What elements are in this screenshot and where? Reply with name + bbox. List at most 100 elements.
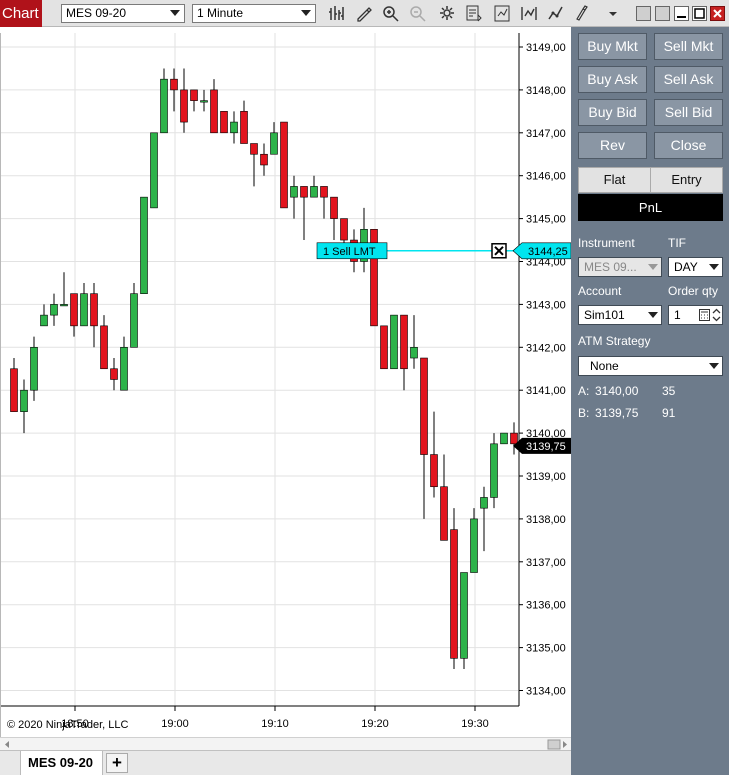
candle-body bbox=[430, 454, 438, 488]
time-axis-label: 19:00 bbox=[161, 718, 189, 730]
close-icon bbox=[713, 9, 722, 18]
price-axis-label: 3145,00 bbox=[526, 214, 566, 226]
sell-bid-button[interactable]: Sell Bid bbox=[654, 99, 723, 126]
bar-type-icon[interactable] bbox=[327, 4, 347, 23]
instrument-label: Instrument bbox=[578, 236, 635, 250]
sell-market-button[interactable]: Sell Mkt bbox=[654, 33, 723, 60]
zoom-in-icon[interactable] bbox=[381, 4, 401, 23]
candle-body bbox=[160, 78, 168, 134]
time-axis-label: 19:30 bbox=[461, 718, 489, 730]
interval-selector[interactable]: 1 Minute bbox=[192, 4, 316, 23]
candle-body bbox=[300, 186, 308, 198]
atm-strategy-select[interactable]: None bbox=[578, 356, 723, 376]
copyright-text: © 2020 NinjaTrader, LLC bbox=[7, 719, 129, 731]
stepper-icon[interactable] bbox=[712, 308, 721, 322]
candle-body bbox=[140, 196, 148, 294]
close-window-button[interactable] bbox=[710, 6, 725, 21]
buy-bid-button[interactable]: Buy Bid bbox=[578, 99, 647, 126]
candle-body bbox=[240, 111, 248, 144]
candle-body bbox=[400, 314, 408, 370]
candle-body bbox=[330, 196, 338, 219]
zoom-out-icon[interactable] bbox=[408, 4, 428, 23]
candle-body bbox=[150, 132, 158, 209]
buy-market-button[interactable]: Buy Mkt bbox=[578, 33, 647, 60]
instrument-select: MES 09... bbox=[578, 257, 662, 277]
order-price-label: 3144,25 bbox=[528, 246, 568, 258]
calculator-icon[interactable] bbox=[699, 309, 710, 321]
order-qty-value: 1 bbox=[674, 308, 681, 322]
price-chart[interactable]: 3149,00 3148,00 3147,00 3146,00 3145,00 3144,… bbox=[1, 33, 572, 737]
atm-strategy-value: None bbox=[590, 359, 619, 373]
settings-icon[interactable] bbox=[437, 4, 457, 23]
price-axis-label: 3136,00 bbox=[526, 600, 566, 612]
bid-label: B: bbox=[578, 406, 590, 420]
atm-strategy-label: ATM Strategy bbox=[578, 334, 651, 348]
scroll-thumb[interactable] bbox=[547, 739, 561, 750]
order-label[interactable]: 1 Sell LMT bbox=[323, 246, 376, 258]
candle-body bbox=[440, 486, 448, 541]
scroll-left-icon[interactable] bbox=[5, 741, 9, 748]
chart-panel[interactable]: 3149,00 3148,00 3147,00 3146,00 3145,00 3144,… bbox=[0, 33, 572, 750]
chevron-down-icon bbox=[648, 312, 658, 318]
chart-trader-panel: Buy Mkt Sell Mkt Buy Ask Sell Ask Buy Bi… bbox=[571, 27, 729, 775]
tif-select[interactable]: DAY bbox=[668, 257, 723, 277]
candle-body bbox=[70, 293, 78, 327]
candle-body bbox=[110, 368, 118, 380]
candle-body bbox=[230, 121, 238, 134]
candle-body bbox=[450, 529, 458, 659]
candle-body bbox=[260, 153, 268, 166]
minimize-button[interactable] bbox=[674, 6, 689, 21]
tif-label: TIF bbox=[668, 236, 686, 250]
candle-body bbox=[420, 357, 428, 455]
candle-body bbox=[20, 389, 28, 412]
chevron-down-icon bbox=[709, 363, 719, 369]
price-axis-label: 3142,00 bbox=[526, 342, 566, 354]
chevron-down-icon bbox=[648, 264, 658, 270]
candle-body bbox=[470, 518, 478, 573]
account-label: Account bbox=[578, 284, 622, 298]
horizontal-scrollbar[interactable] bbox=[0, 737, 571, 750]
tab-instrument[interactable]: MES 09-20 bbox=[20, 751, 103, 775]
flat-indicator: Flat bbox=[578, 167, 651, 193]
candle-body bbox=[220, 111, 228, 134]
ask-price: 3140,00 bbox=[595, 384, 639, 398]
candle-body bbox=[80, 293, 88, 327]
price-axis-label: 3141,00 bbox=[526, 385, 566, 397]
reverse-button[interactable]: Rev bbox=[578, 132, 647, 159]
attach-instrument-icon[interactable] bbox=[572, 4, 592, 23]
drawing-tool-icon[interactable] bbox=[354, 4, 374, 23]
sell-ask-button[interactable]: Sell Ask bbox=[654, 66, 723, 93]
account-select[interactable]: Sim101 bbox=[578, 305, 662, 325]
scroll-right-icon[interactable] bbox=[563, 741, 567, 748]
entry-indicator: Entry bbox=[650, 167, 723, 193]
close-position-button[interactable]: Close bbox=[654, 132, 723, 159]
instrument-select-value: MES 09... bbox=[584, 260, 637, 274]
maximize-icon bbox=[694, 8, 705, 19]
strategies-icon[interactable] bbox=[546, 4, 566, 23]
chart-tab[interactable]: Chart bbox=[0, 0, 42, 27]
candle-body bbox=[30, 346, 38, 391]
candle-body bbox=[480, 497, 488, 509]
data-series-icon[interactable] bbox=[464, 4, 484, 23]
chart-trader-icon[interactable] bbox=[492, 4, 512, 23]
ask-size: 35 bbox=[662, 384, 676, 398]
candle-body bbox=[60, 304, 68, 307]
instrument-selector-value: MES 09-20 bbox=[66, 6, 127, 20]
maximize-button[interactable] bbox=[692, 6, 707, 21]
buy-ask-button[interactable]: Buy Ask bbox=[578, 66, 647, 93]
instrument-selector[interactable]: MES 09-20 bbox=[61, 4, 185, 23]
price-axis-label: 3137,00 bbox=[526, 557, 566, 569]
window-option-button[interactable] bbox=[655, 6, 670, 21]
candle-body bbox=[250, 143, 258, 155]
menu-dropdown-icon[interactable] bbox=[603, 4, 623, 23]
window-option-button[interactable] bbox=[636, 6, 651, 21]
candle-body bbox=[180, 89, 188, 123]
candle-body bbox=[500, 432, 508, 445]
add-tab-button[interactable]: + bbox=[106, 753, 128, 773]
ask-label: A: bbox=[578, 384, 590, 398]
candle-body bbox=[310, 186, 318, 198]
order-qty-input[interactable]: 1 bbox=[668, 305, 723, 325]
pnl-display: PnL bbox=[578, 194, 723, 221]
indicators-icon[interactable] bbox=[519, 4, 539, 23]
candle-body bbox=[290, 186, 298, 198]
